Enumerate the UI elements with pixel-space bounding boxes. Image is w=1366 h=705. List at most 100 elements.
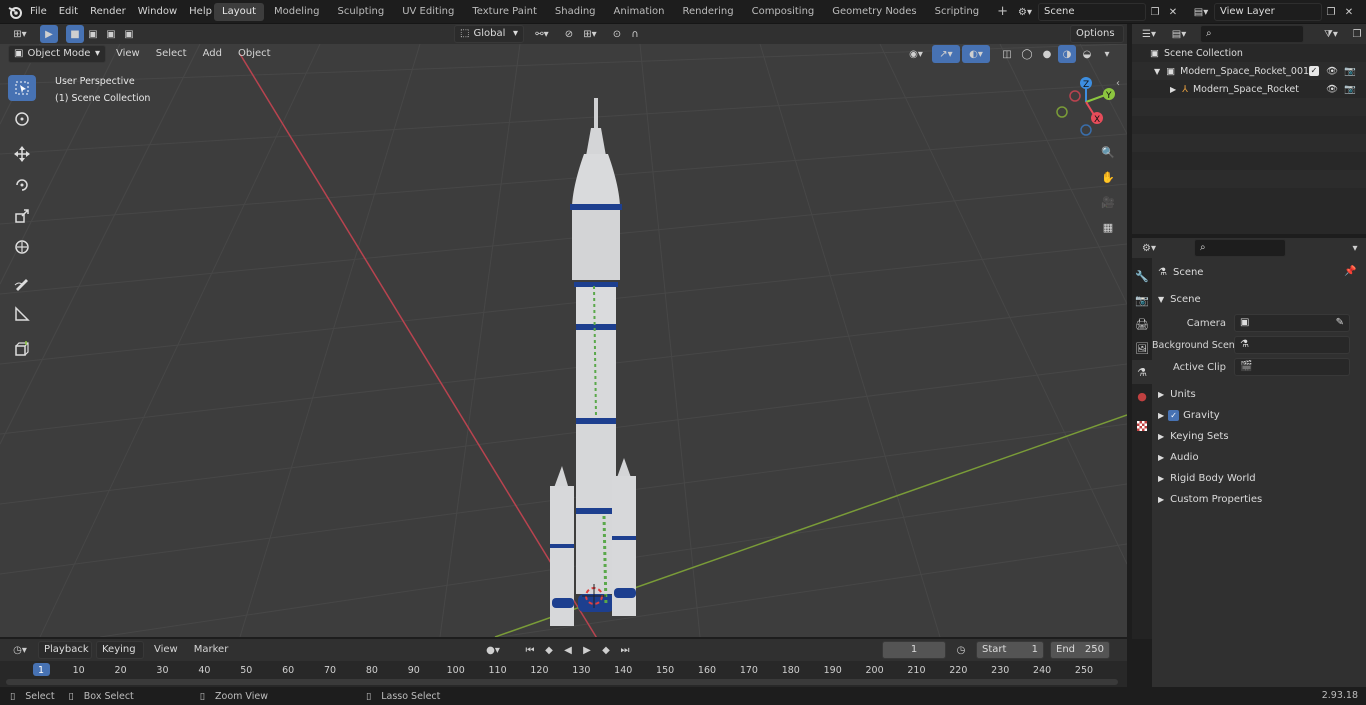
render-camera-icon[interactable]: 📷 <box>1344 66 1356 77</box>
move-tool-icon[interactable] <box>8 141 36 167</box>
tab-shading[interactable]: Shading <box>547 3 604 21</box>
view-layer-field[interactable]: View Layer <box>1214 3 1322 21</box>
wireframe-shading-icon[interactable]: ◯ <box>1018 45 1036 63</box>
material-shading-icon[interactable]: ◑ <box>1058 45 1076 63</box>
overlay-toggle-icon[interactable]: ◐▾ <box>962 45 990 63</box>
expand-arrow-icon[interactable]: ▶ <box>1170 85 1176 94</box>
ortho-toggle-icon[interactable]: ▦ <box>1097 216 1119 238</box>
mode-extend-icon[interactable]: ▣ <box>84 25 102 43</box>
rendered-shading-icon[interactable]: ◒ <box>1078 45 1096 63</box>
jump-start-icon[interactable]: ⏮ <box>521 641 539 659</box>
record-icon[interactable]: ●▾ <box>480 641 506 659</box>
prev-keyframe-icon[interactable]: ◆ <box>540 641 558 659</box>
mode-subtract-icon[interactable]: ▣ <box>102 25 120 43</box>
jump-end-icon[interactable]: ⏭ <box>616 641 634 659</box>
audio-panel-header[interactable]: ▶ Audio <box>1158 447 1366 467</box>
timeline-scrollbar[interactable] <box>6 679 1118 685</box>
solid-shading-icon[interactable]: ● <box>1038 45 1056 63</box>
keying-sets-panel-header[interactable]: ▶ Keying Sets <box>1158 426 1366 446</box>
delete-scene-icon[interactable]: ✕ <box>1164 3 1182 21</box>
new-view-layer-icon[interactable]: ❐ <box>1322 3 1340 21</box>
current-frame-field[interactable]: 1 <box>882 641 946 659</box>
sidebar-toggle-icon[interactable]: ‹ <box>1116 78 1120 89</box>
options-dropdown[interactable]: Options ▾ <box>1070 25 1124 55</box>
falloff-icon[interactable]: ∩ <box>626 25 644 43</box>
start-frame-field[interactable]: Start 1 <box>976 641 1044 659</box>
new-collection-icon[interactable]: ❐ <box>1348 25 1366 43</box>
delete-view-layer-icon[interactable]: ✕ <box>1340 3 1358 21</box>
display-mode-icon[interactable]: ▤▾ <box>1166 25 1192 43</box>
tab-scripting[interactable]: Scripting <box>927 3 987 21</box>
timeline-menu-marker[interactable]: Marker <box>188 641 235 659</box>
snap-icon[interactable]: ⊘ <box>560 25 578 43</box>
3d-viewport[interactable]: User Perspective (1) Scene Collection Z … <box>0 44 1127 637</box>
gravity-checkbox[interactable]: ✓ <box>1168 409 1180 421</box>
tab-modeling[interactable]: Modeling <box>266 3 328 21</box>
play-reverse-icon[interactable]: ◀ <box>559 641 577 659</box>
view-layer-tab-icon[interactable]: 🖼 <box>1132 336 1152 360</box>
pivot-point-icon[interactable]: ⚯▾ <box>528 25 556 43</box>
end-frame-field[interactable]: End 250 <box>1050 641 1110 659</box>
xray-toggle-icon[interactable]: ◫ <box>998 45 1016 63</box>
next-keyframe-icon[interactable]: ◆ <box>597 641 615 659</box>
properties-options-icon[interactable]: ▾ <box>1346 239 1364 257</box>
navigation-gizmo[interactable]: Z Y X <box>1052 72 1122 142</box>
menu-window[interactable]: Window <box>132 0 183 24</box>
outliner-editor-type-icon[interactable]: ☰▾ <box>1136 25 1162 43</box>
menu-file[interactable]: File <box>24 0 53 24</box>
pan-view-icon[interactable]: ✋ <box>1097 166 1119 188</box>
exclude-checkbox[interactable]: ✓ <box>1309 66 1319 76</box>
properties-editor-type-icon[interactable]: ⚙▾ <box>1136 239 1162 257</box>
visibility-eye-icon[interactable]: 👁 <box>1326 66 1338 77</box>
view-layer-selector-icon[interactable]: ▤▾ <box>1188 3 1214 21</box>
texture-tab-icon[interactable] <box>1132 414 1152 438</box>
camera-field[interactable]: ▣ ✎ <box>1234 314 1350 332</box>
outliner-row-rocket-collection[interactable]: ▼ ▣ Modern_Space_Rocket_001 ✓ 👁 📷 <box>1132 62 1366 80</box>
annotate-tool-icon[interactable] <box>8 270 36 296</box>
render-camera-icon[interactable]: 📷 <box>1344 84 1356 95</box>
transform-orientation-select[interactable]: ⬚ Global ▾ <box>454 25 524 43</box>
menu-help[interactable]: Help <box>183 0 218 24</box>
rocket-model[interactable] <box>536 96 656 636</box>
camera-view-icon[interactable]: 🎥 <box>1097 191 1119 213</box>
menu-select[interactable]: Select <box>150 45 193 63</box>
scene-name-field[interactable]: Scene <box>1038 3 1146 21</box>
add-cube-tool-icon[interactable] <box>8 336 36 362</box>
pin-icon[interactable]: 📌 <box>1344 266 1356 277</box>
transform-tool-icon[interactable] <box>8 234 36 260</box>
scene-panel-header[interactable]: ▼ Scene <box>1158 289 1366 309</box>
outliner-search-input[interactable]: ⌕ <box>1200 25 1304 43</box>
zoom-view-icon[interactable]: 🔍 <box>1097 141 1119 163</box>
playback-menu[interactable]: Playback ▾ <box>38 641 92 671</box>
gravity-panel-header[interactable]: ▶ ✓ Gravity <box>1158 405 1366 425</box>
menu-edit[interactable]: Edit <box>53 0 84 24</box>
preview-range-icon[interactable]: ◷ <box>952 641 970 659</box>
snap-target-icon[interactable]: ⊞▾ <box>578 25 602 43</box>
timeline[interactable]: 1 10 20 30 40 50 60 70 80 90 100 110 120 130 140 150 160… <box>0 661 1127 687</box>
keying-menu[interactable]: Keying ▾ <box>96 641 144 671</box>
object-mode-select[interactable]: ▣ Object Mode ▾ <box>8 45 106 63</box>
world-tab-icon[interactable]: ● <box>1132 384 1152 408</box>
timeline-ruler[interactable]: 1 10 20 30 40 50 60 70 80 90 100 110 120 130 140 150 160… <box>0 661 1127 677</box>
play-icon[interactable]: ▶ <box>578 641 596 659</box>
blender-logo-icon[interactable] <box>6 3 24 21</box>
new-scene-icon[interactable]: ❐ <box>1146 3 1164 21</box>
cursor-tool-icon[interactable] <box>8 106 36 132</box>
menu-render[interactable]: Render <box>84 0 132 24</box>
timeline-editor-type-icon[interactable]: ◷▾ <box>6 641 34 659</box>
eyedropper-icon[interactable]: ✎ <box>1336 315 1344 331</box>
tab-layout[interactable]: Layout <box>214 3 264 21</box>
active-clip-field[interactable]: 🎬 <box>1234 358 1350 376</box>
shading-options-icon[interactable]: ▾ <box>1098 45 1116 63</box>
menu-object[interactable]: Object <box>232 45 277 63</box>
mode-intersect-icon[interactable]: ▣ <box>120 25 138 43</box>
gizmo-toggle-icon[interactable]: ↗▾ <box>932 45 960 63</box>
rotate-tool-icon[interactable] <box>8 172 36 198</box>
tool-tab-icon[interactable]: 🔧 <box>1132 264 1152 288</box>
editor-type-icon[interactable]: ⊞▾ <box>6 25 34 43</box>
tab-uv-editing[interactable]: UV Editing <box>394 3 462 21</box>
units-panel-header[interactable]: ▶ Units <box>1158 384 1366 404</box>
outliner-row-rocket-object[interactable]: ▶ ⅄ Modern_Space_Rocket 👁 📷 <box>1132 80 1366 98</box>
rigid-body-world-panel-header[interactable]: ▶ Rigid Body World <box>1158 468 1366 488</box>
tab-texture-paint[interactable]: Texture Paint <box>464 3 545 21</box>
